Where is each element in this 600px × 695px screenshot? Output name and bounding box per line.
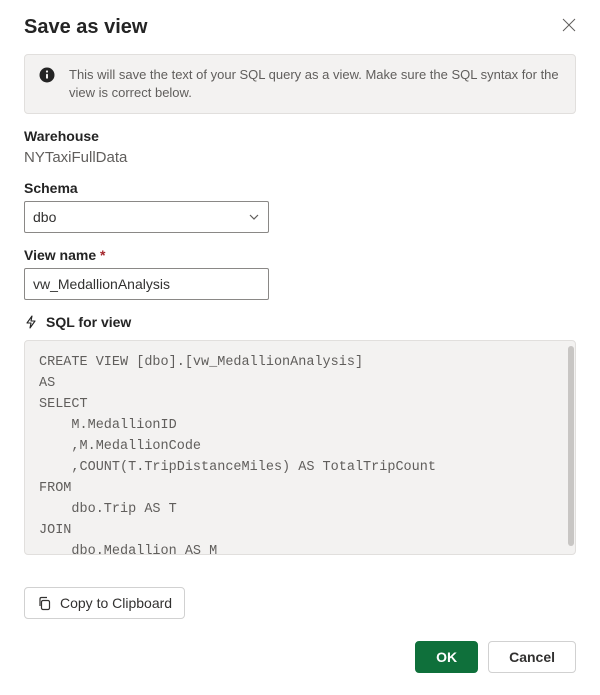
warehouse-value: NYTaxiFullData <box>24 149 576 166</box>
sql-label: SQL for view <box>46 314 131 330</box>
dialog-title: Save as view <box>24 16 147 39</box>
flash-icon <box>24 315 38 329</box>
view-name-label: View name * <box>24 247 576 263</box>
copy-icon <box>37 596 52 611</box>
warehouse-field: Warehouse NYTaxiFullData <box>24 128 576 166</box>
warehouse-label: Warehouse <box>24 128 576 144</box>
dialog-header: Save as view <box>24 14 576 40</box>
info-banner: This will save the text of your SQL quer… <box>24 54 576 114</box>
copy-to-clipboard-button[interactable]: Copy to Clipboard <box>24 587 185 619</box>
schema-field: Schema dbo <box>24 180 576 233</box>
dialog-footer: OK Cancel <box>24 641 576 673</box>
close-icon <box>562 18 576 32</box>
close-button[interactable] <box>552 14 576 40</box>
cancel-button[interactable]: Cancel <box>488 641 576 673</box>
view-name-field: View name * <box>24 247 576 300</box>
info-text: This will save the text of your SQL quer… <box>69 66 561 102</box>
schema-label: Schema <box>24 180 576 196</box>
schema-selected-value: dbo <box>33 209 248 225</box>
scrollbar-thumb[interactable] <box>568 346 574 546</box>
copy-button-label: Copy to Clipboard <box>60 595 172 611</box>
sql-section: SQL for view CREATE VIEW [dbo].[vw_Medal… <box>24 314 576 555</box>
save-as-view-dialog: Save as view This will save the text of … <box>0 0 600 695</box>
ok-button[interactable]: OK <box>415 641 478 673</box>
info-icon <box>39 67 55 83</box>
chevron-down-icon <box>248 211 260 223</box>
view-name-input[interactable] <box>24 268 269 300</box>
schema-select[interactable]: dbo <box>24 201 269 233</box>
sql-code-area[interactable]: CREATE VIEW [dbo].[vw_MedallionAnalysis]… <box>24 340 576 555</box>
sql-box-wrapper: CREATE VIEW [dbo].[vw_MedallionAnalysis]… <box>24 340 576 555</box>
sql-label-row: SQL for view <box>24 314 576 330</box>
required-asterisk: * <box>100 247 105 263</box>
